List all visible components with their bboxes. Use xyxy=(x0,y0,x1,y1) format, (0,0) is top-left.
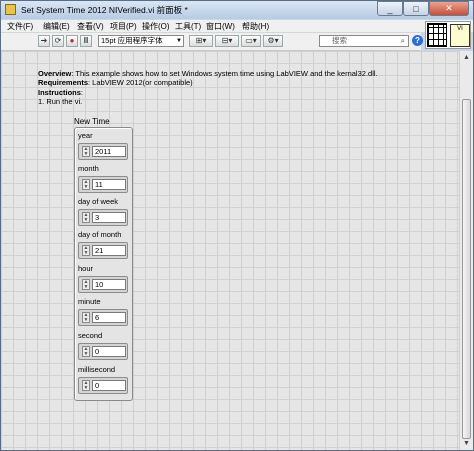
increment-decrement-icon[interactable]: ▲ ▼ xyxy=(82,179,90,190)
window-title: Set System Time 2012 NIVerified.vi 前面板 * xyxy=(21,5,188,15)
documentation-text: Overview: This example shows how to set … xyxy=(38,69,448,107)
numeric-control: ▲ ▼ 21 xyxy=(78,242,128,259)
requirements-label: Requirements xyxy=(38,78,89,88)
numeric-input[interactable]: 2011 xyxy=(92,146,126,157)
field-label: minute xyxy=(78,297,101,306)
vi-icon: VI xyxy=(450,24,470,47)
numeric-control: ▲ ▼ 6 xyxy=(78,309,128,326)
instructions-line: Instructions: xyxy=(38,88,448,97)
numeric-control: ▲ ▼ 11 xyxy=(78,176,128,193)
field-minute: minute ▲ ▼ 6 xyxy=(78,297,130,326)
scroll-down-icon[interactable]: ▼ xyxy=(461,438,472,449)
new-time-cluster: year ▲ ▼ 2011 month ▲ ▼ 11 day of week ▲ ▼ … xyxy=(74,127,133,401)
field-label: month xyxy=(78,164,99,173)
scroll-thumb[interactable] xyxy=(462,99,471,439)
instruction-step: 1. Run the vi. xyxy=(38,97,83,107)
distribute-objects-icon[interactable]: ⊟▾ xyxy=(215,35,239,47)
font-select-value: 15pt 应用程序字体 xyxy=(101,36,163,45)
align-objects-icon[interactable]: ⊞▾ xyxy=(189,35,213,47)
font-select[interactable]: 15pt 应用程序字体 ▼ xyxy=(98,35,184,47)
window-controls: _ □ ✕ xyxy=(377,1,469,17)
cluster-label: New Time xyxy=(74,117,110,126)
increment-decrement-icon[interactable]: ▲ ▼ xyxy=(82,279,90,290)
numeric-input[interactable]: 3 xyxy=(92,212,126,223)
increment-decrement-icon[interactable]: ▲ ▼ xyxy=(82,380,90,391)
search-placeholder: 搜索 xyxy=(332,36,347,45)
requirements-line: Requirements: LabVIEW 2012(or compatible… xyxy=(38,78,448,87)
search-icon: ⌕ xyxy=(400,36,405,45)
increment-decrement-icon[interactable]: ▲ ▼ xyxy=(82,346,90,357)
increment-decrement-icon[interactable]: ▲ ▼ xyxy=(82,212,90,223)
resize-objects-icon[interactable]: ▭▾ xyxy=(241,35,261,47)
menu-bar: 文件(F) 编辑(E) 查看(V) 项目(P) 操作(O) 工具(T) 窗口(W… xyxy=(1,20,473,33)
labview-front-panel-window: Set System Time 2012 NIVerified.vi 前面板 *… xyxy=(0,0,474,451)
field-hour: hour ▲ ▼ 10 xyxy=(78,264,130,293)
connector-pane[interactable]: VI xyxy=(425,21,471,49)
menu-view[interactable]: 查看(V) xyxy=(77,21,104,32)
numeric-input[interactable]: 6 xyxy=(92,312,126,323)
menu-help[interactable]: 帮助(H) xyxy=(242,21,269,32)
numeric-control: ▲ ▼ 3 xyxy=(78,209,128,226)
context-help-icon[interactable]: ? xyxy=(412,35,423,46)
vertical-scrollbar[interactable]: ▲ ▼ xyxy=(459,51,473,450)
field-label: second xyxy=(78,331,103,340)
requirements-text: : LabVIEW 2012(or compatible) xyxy=(88,78,193,88)
numeric-control: ▲ ▼ 2011 xyxy=(78,143,128,160)
numeric-control: ▲ ▼ 0 xyxy=(78,343,128,360)
field-label: millisecond xyxy=(78,365,116,374)
numeric-control: ▲ ▼ 0 xyxy=(78,377,128,394)
search-input[interactable]: 搜索 ⌕ xyxy=(319,35,409,47)
menu-tools[interactable]: 工具(T) xyxy=(175,21,201,32)
numeric-input[interactable]: 0 xyxy=(92,346,126,357)
menu-edit[interactable]: 编辑(E) xyxy=(43,21,70,32)
run-arrow-icon[interactable]: ➔ xyxy=(38,35,50,47)
field-label: year xyxy=(78,131,93,140)
field-day-of-week: day of week ▲ ▼ 3 xyxy=(78,197,130,226)
instructions-label: Instructions xyxy=(38,87,81,97)
increment-decrement-icon[interactable]: ▲ ▼ xyxy=(82,312,90,323)
numeric-control: ▲ ▼ 10 xyxy=(78,276,128,293)
field-month: month ▲ ▼ 11 xyxy=(78,164,130,193)
increment-decrement-icon[interactable]: ▲ ▼ xyxy=(82,146,90,157)
toolbar: ➔ ⟳ ● II 15pt 应用程序字体 ▼ ⊞▾ ⊟▾ ▭▾ ⚙▾ 搜索 ⌕ xyxy=(1,33,421,51)
increment-decrement-icon[interactable]: ▲ ▼ xyxy=(82,245,90,256)
field-label: day of week xyxy=(78,197,119,206)
overview-line: Overview: This example shows how to set … xyxy=(38,69,448,78)
scroll-up-icon[interactable]: ▲ xyxy=(461,52,472,63)
menu-operate[interactable]: 操作(O) xyxy=(142,21,170,32)
title-bar[interactable]: Set System Time 2012 NIVerified.vi 前面板 *… xyxy=(1,1,473,19)
close-button[interactable]: ✕ xyxy=(429,1,469,16)
run-continuously-icon[interactable]: ⟳ xyxy=(52,35,64,47)
overview-label: Overview xyxy=(38,69,72,78)
menu-project[interactable]: 项目(P) xyxy=(110,21,137,32)
field-label: day of month xyxy=(78,230,122,239)
numeric-input[interactable]: 10 xyxy=(92,279,126,290)
abort-icon[interactable]: ● xyxy=(66,35,78,47)
field-year: year ▲ ▼ 2011 xyxy=(78,131,130,160)
instructions-text: : xyxy=(80,87,84,97)
menu-window[interactable]: 窗口(W) xyxy=(206,21,235,32)
dropdown-arrow-icon: ▼ xyxy=(176,38,182,44)
overview-text: : This example shows how to set Windows … xyxy=(71,69,378,78)
connector-pane-grid-icon xyxy=(427,23,447,47)
reorder-icon[interactable]: ⚙▾ xyxy=(263,35,283,47)
field-millisecond: millisecond ▲ ▼ 0 xyxy=(78,365,130,394)
front-panel-canvas[interactable] xyxy=(1,51,459,450)
maximize-button[interactable]: □ xyxy=(403,1,429,16)
pause-icon[interactable]: II xyxy=(80,35,92,47)
menu-file[interactable]: 文件(F) xyxy=(7,21,33,32)
numeric-input[interactable]: 11 xyxy=(92,179,126,190)
numeric-input[interactable]: 21 xyxy=(92,245,126,256)
minimize-button[interactable]: _ xyxy=(377,1,403,16)
numeric-input[interactable]: 0 xyxy=(92,380,126,391)
field-second: second ▲ ▼ 0 xyxy=(78,331,130,360)
field-day-of-month: day of month ▲ ▼ 21 xyxy=(78,230,130,259)
field-label: hour xyxy=(78,264,94,273)
labview-app-icon xyxy=(5,4,16,15)
